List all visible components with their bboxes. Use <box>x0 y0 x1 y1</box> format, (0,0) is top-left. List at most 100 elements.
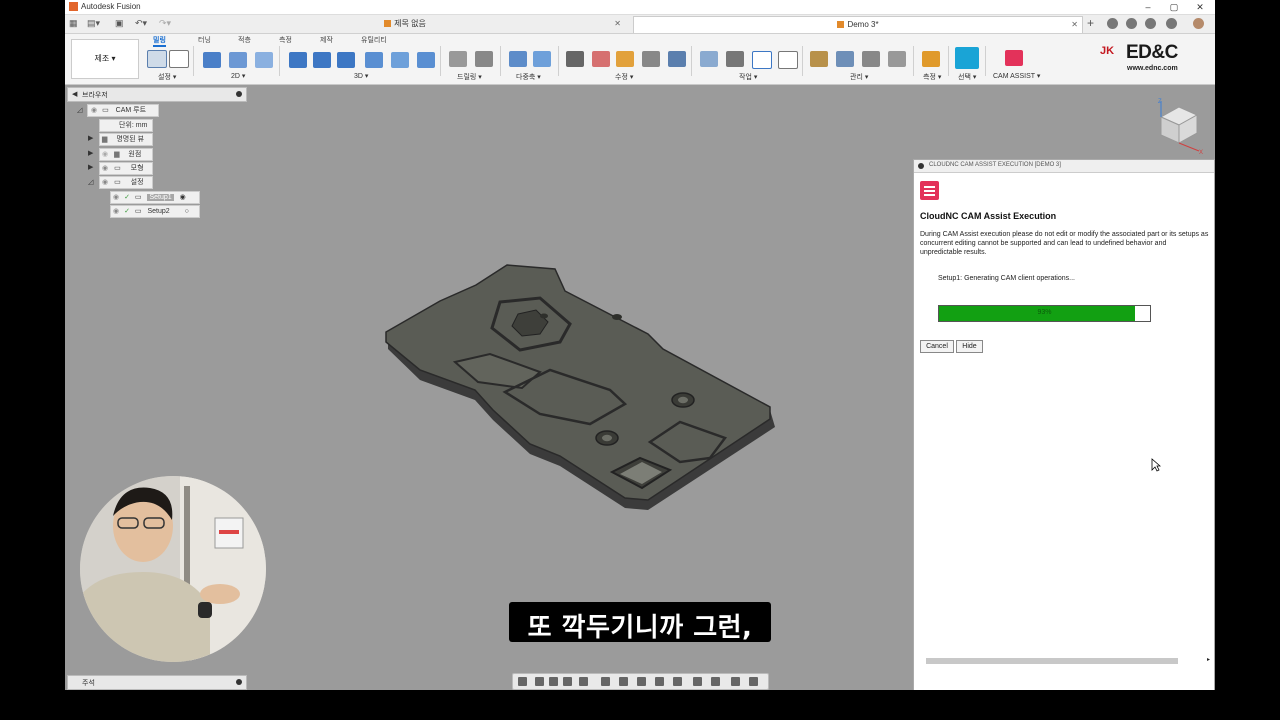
eye-icon[interactable]: ◉ <box>113 194 119 201</box>
collapse-icon[interactable]: ◀ <box>72 90 77 98</box>
activate-radio-icon[interactable]: ○ <box>185 208 189 215</box>
filter-icon[interactable] <box>731 677 740 686</box>
tree-setup2[interactable]: ◉ ✓ ▭ Setup2 ○ <box>110 205 200 218</box>
simulate-icon[interactable] <box>700 51 718 67</box>
tab-turning[interactable]: 터닝 <box>198 35 211 45</box>
activate-radio-icon[interactable]: ◉ <box>180 194 186 201</box>
maximize-button[interactable]: ▢ <box>1161 0 1187 14</box>
tab-additive[interactable]: 적층 <box>238 35 251 45</box>
expand-icon[interactable]: ▶ <box>88 134 93 142</box>
tree-setups[interactable]: ◉ ▭ 설정 <box>99 176 153 189</box>
close-window-button[interactable]: ✕ <box>1187 0 1213 14</box>
grid-menu-icon[interactable]: ▦ <box>69 18 78 29</box>
user-avatar[interactable] <box>1193 18 1204 29</box>
scallop-icon[interactable] <box>391 52 409 68</box>
eye-icon[interactable]: ◉ <box>102 165 108 172</box>
2d-pocket-icon[interactable] <box>255 52 273 68</box>
tab-fabrication[interactable]: 제작 <box>320 35 333 45</box>
file-menu-icon[interactable]: ▤▾ <box>87 18 100 29</box>
fit-icon[interactable] <box>579 677 588 686</box>
group-actions[interactable]: 작업 ▾ <box>739 72 757 82</box>
extensions-icon[interactable] <box>1107 18 1118 29</box>
cancel-button[interactable]: Cancel <box>920 340 954 353</box>
scroll-right-icon[interactable]: ▸ <box>1207 656 1210 663</box>
zoom-icon[interactable] <box>563 677 572 686</box>
notifications-icon[interactable] <box>1145 18 1156 29</box>
swarf-icon[interactable] <box>533 51 551 67</box>
undo-icon[interactable]: ↶▾ <box>135 18 147 29</box>
post-process-icon[interactable] <box>752 51 772 69</box>
tab-milling[interactable]: 밀링 <box>153 35 166 47</box>
group-manage[interactable]: 관리 ▾ <box>850 72 868 82</box>
tab-untitled[interactable]: 제목 없음 ✕ <box>185 16 625 32</box>
close-tab-icon[interactable]: ✕ <box>614 16 621 32</box>
save-icon[interactable]: ▣ <box>115 18 124 29</box>
tree-origin[interactable]: ◉ ▆ 원점 <box>99 148 153 161</box>
tab-utilities[interactable]: 유틸리티 <box>361 35 387 45</box>
group-2d[interactable]: 2D ▾ <box>231 72 245 80</box>
view-cube[interactable]: Z X <box>1155 95 1207 155</box>
face-icon[interactable] <box>203 52 221 68</box>
group-3d[interactable]: 3D ▾ <box>354 72 368 80</box>
pin-icon[interactable] <box>236 679 242 685</box>
horizontal-scrollbar[interactable]: ▸ <box>920 657 1210 665</box>
template-library-icon[interactable] <box>888 51 906 67</box>
tree-cam-root[interactable]: ◉ ▭ CAM 루트 <box>87 104 159 117</box>
post-library-icon[interactable] <box>862 51 880 67</box>
tree-models[interactable]: ◉ ▭ 모형 <box>99 162 153 175</box>
steep-shallow-icon[interactable] <box>337 52 355 68</box>
redo-icon[interactable]: ↷▾ <box>159 18 171 29</box>
select-icon[interactable] <box>955 47 979 69</box>
delete-icon[interactable] <box>592 51 610 67</box>
help-icon[interactable] <box>1166 18 1177 29</box>
expand-icon[interactable]: ▶ <box>88 149 93 157</box>
pattern-icon[interactable] <box>642 51 660 67</box>
cam-assist-icon[interactable] <box>1005 50 1023 66</box>
pin-icon[interactable] <box>918 163 924 169</box>
cut-icon[interactable] <box>566 51 584 67</box>
minimize-button[interactable]: – <box>1135 0 1161 14</box>
grid-icon[interactable] <box>619 677 628 686</box>
display-settings-icon[interactable] <box>601 677 610 686</box>
tree-named-views[interactable]: ▆ 명명된 뷰 <box>99 133 153 146</box>
expand-icon[interactable]: ▶ <box>88 163 93 171</box>
transform-icon[interactable] <box>668 51 686 67</box>
group-cam-assist[interactable]: CAM ASSIST ▾ <box>993 72 1040 80</box>
3d-adaptive-icon[interactable] <box>289 52 307 68</box>
workspace-switcher[interactable]: 제조 ▾ <box>71 39 139 79</box>
new-tab-icon[interactable]: + <box>1087 16 1094 30</box>
hide-button[interactable]: Hide <box>956 340 983 353</box>
viewports-icon[interactable] <box>637 677 646 686</box>
orbit-icon[interactable] <box>518 677 527 686</box>
generate-icon[interactable] <box>726 51 744 67</box>
collapse-icon[interactable]: ◿ <box>88 178 93 186</box>
section-icon[interactable] <box>749 677 758 686</box>
drill-icon[interactable] <box>449 51 467 67</box>
tree-setup1[interactable]: ◉ ✓ ▭ Setup1 ◉ <box>110 191 200 204</box>
group-multiaxis[interactable]: 다중축 ▾ <box>516 72 541 82</box>
pin-icon[interactable] <box>236 91 242 97</box>
edit-icon[interactable] <box>616 51 634 67</box>
eye-icon[interactable]: ◉ <box>102 151 108 158</box>
eye-icon[interactable]: ◉ <box>91 107 97 114</box>
group-setup[interactable]: 설정 ▾ <box>158 72 176 82</box>
tab-demo3[interactable]: Demo 3* ✕ <box>633 16 1083 33</box>
tool-library-icon[interactable] <box>169 50 189 68</box>
machine-library-icon[interactable] <box>836 51 854 67</box>
refresh-icon[interactable] <box>673 677 682 686</box>
eye-icon[interactable]: ◉ <box>113 208 119 215</box>
pocket-clearing-icon[interactable] <box>313 52 331 68</box>
group-drilling[interactable]: 드릴링 ▾ <box>457 72 482 82</box>
close-tab-icon[interactable]: ✕ <box>1071 17 1078 33</box>
environment-icon[interactable] <box>711 677 720 686</box>
part-model-3d[interactable] <box>380 262 780 522</box>
expand-icon[interactable]: ◿ <box>77 106 82 114</box>
tree-units[interactable]: 단위: mm <box>99 119 153 132</box>
tab-inspection[interactable]: 측정 <box>279 35 292 45</box>
setup-sheet-icon[interactable] <box>778 51 798 69</box>
group-modify[interactable]: 수정 ▾ <box>615 72 633 82</box>
panel-header[interactable]: CLOUDNC CAM ASSIST EXECUTION [DEMO 3] <box>914 160 1214 173</box>
pan-icon[interactable] <box>549 677 558 686</box>
contour-icon[interactable] <box>417 52 435 68</box>
animate-icon[interactable] <box>655 677 664 686</box>
